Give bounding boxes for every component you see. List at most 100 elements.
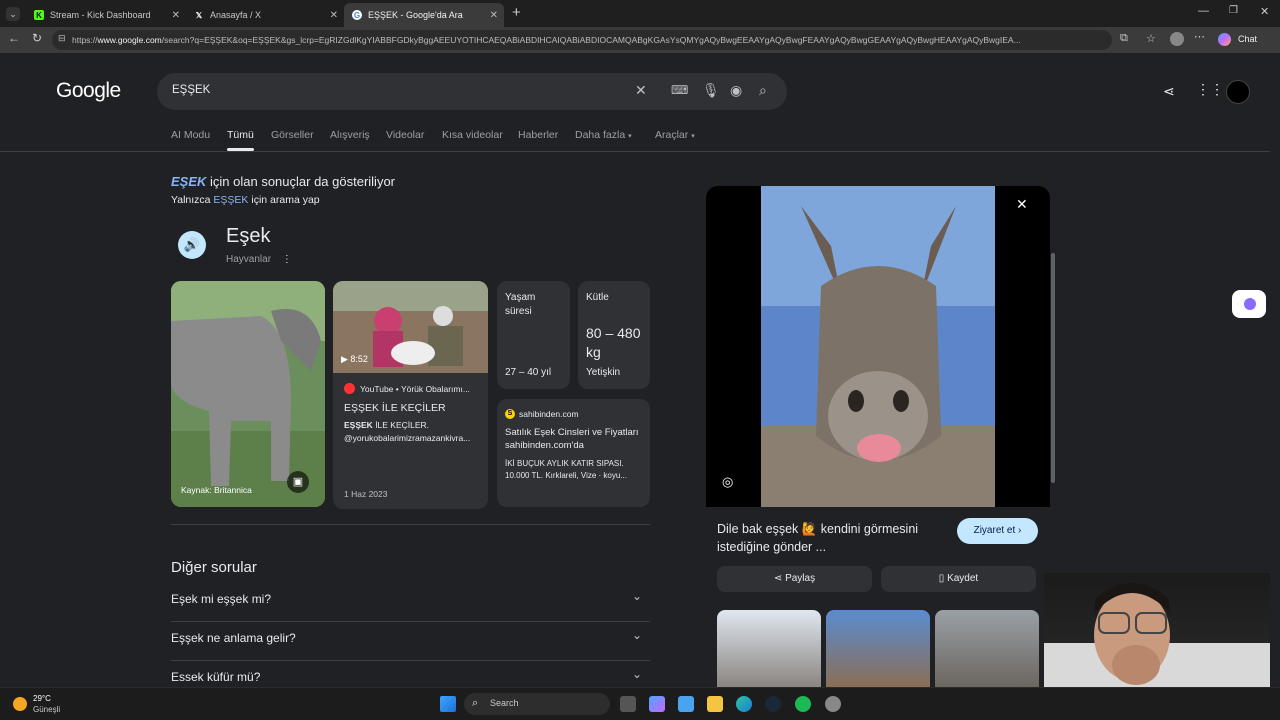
chat-label[interactable]: Chat	[1238, 34, 1257, 44]
back-icon[interactable]: ←	[8, 31, 20, 45]
tab-google[interactable]: G EŞŞEK - Google'da Ara ✕	[344, 3, 504, 27]
viewer-image-area: ✕ ◎	[706, 186, 1050, 507]
spell-correction-notice: EŞEK için olan sonuçlar da gösteriliyor	[171, 174, 395, 189]
original-term-link[interactable]: EŞŞEK	[213, 194, 248, 206]
spotify-icon[interactable]	[795, 696, 811, 712]
lens-search-icon[interactable]: ◎	[722, 474, 733, 490]
file-explorer-icon[interactable]	[707, 696, 723, 712]
related-image[interactable]	[826, 610, 930, 687]
image-caption: Dile bak eşşek 🙋 kendini görmesini isted…	[717, 522, 919, 554]
close-tab-icon[interactable]: ✕	[330, 10, 338, 21]
extensions-icon[interactable]: ⧉	[1120, 32, 1128, 45]
taskbar-search[interactable]: ⌕ Search	[464, 693, 610, 715]
save-label: Kaydet	[947, 573, 979, 584]
tab-short-videos[interactable]: Kısa videolar	[442, 129, 503, 141]
floating-assistant-icon[interactable]	[1232, 290, 1266, 318]
fact-mass-card[interactable]: Kütle 80 – 480 kg Yetişkin	[578, 281, 650, 389]
shop-desc: İKİ BUÇUK AYLIK KATIR SIPASI. 10.000 TL.…	[505, 459, 627, 480]
tab-news[interactable]: Haberler	[518, 129, 558, 141]
app-icon[interactable]	[825, 696, 841, 712]
close-tab-icon[interactable]: ✕	[172, 10, 180, 21]
save-button[interactable]: ▯ Kaydet	[881, 566, 1036, 592]
reload-icon[interactable]: ↻	[32, 31, 42, 45]
minimize-icon[interactable]: —	[1198, 5, 1209, 17]
video-card[interactable]: ▶ 8:52 YouTube • Yörük Obalarımı... EŞŞE…	[333, 281, 488, 509]
tab-ai-mode[interactable]: AI Modu	[171, 129, 210, 141]
share-icon[interactable]: ⋖	[1163, 83, 1175, 100]
microphone-icon[interactable]: 🎙	[702, 82, 720, 99]
image-viewer-panel: ✕ ◎ Dile bak eşşek 🙋 kendini görmesini i…	[706, 186, 1050, 687]
store-icon[interactable]	[678, 696, 694, 712]
question-row[interactable]: Eşşek ne anlama gelir? ⌄	[171, 622, 650, 661]
donkey-image-card[interactable]: Kaynak: Britannica ▣	[171, 281, 325, 507]
task-view-icon[interactable]	[620, 696, 636, 712]
account-avatar[interactable]	[1226, 80, 1250, 104]
image-gallery-icon[interactable]: ▣	[287, 471, 309, 493]
panel-scrollbar[interactable]	[1051, 253, 1055, 483]
chevron-down-icon: ▾	[691, 133, 695, 140]
kp-category[interactable]: Hayvanlar	[226, 254, 271, 265]
search-box[interactable]: EŞŞEK ✕ ⌨ 🎙 ◉ ⌕	[157, 73, 787, 110]
tab-tools-label: Araçlar	[655, 129, 689, 141]
lens-icon[interactable]: ◉	[730, 82, 742, 99]
related-image[interactable]	[935, 610, 1039, 687]
url-host: www.google.com	[97, 35, 162, 45]
share-button[interactable]: ⋖ Paylaş	[717, 566, 872, 592]
corrected-term[interactable]: EŞEK	[171, 174, 206, 189]
tab-more[interactable]: Daha fazla ▾	[575, 129, 632, 141]
close-tab-icon[interactable]: ✕	[490, 10, 498, 21]
copilot-app-icon[interactable]	[649, 696, 665, 712]
fact-value: 80 – 480 kg	[586, 325, 641, 360]
more-options-icon[interactable]: ⋮	[282, 254, 292, 265]
question-row[interactable]: Essek küfür mü? ⌄	[171, 661, 650, 687]
tab-all[interactable]: Tümü	[227, 129, 254, 141]
new-tab-icon[interactable]: +	[512, 4, 521, 21]
close-icon[interactable]: ✕	[1016, 196, 1028, 213]
apps-grid-icon[interactable]: ⋮⋮	[1196, 81, 1224, 98]
only-suffix: için arama yap	[248, 194, 320, 206]
sahibinden-card[interactable]: S sahibinden.com Satılık Eşek Cinsleri v…	[497, 399, 650, 507]
visit-button[interactable]: Ziyaret et ›	[957, 518, 1038, 544]
youtube-icon	[344, 383, 355, 394]
only-prefix: Yalnızca	[171, 194, 214, 206]
tab-x[interactable]: 𝕏 Anasayfa / X ✕	[186, 3, 344, 27]
donkey-face-photo[interactable]	[761, 186, 995, 507]
share-icon: ⋖	[773, 573, 783, 584]
tab-shopping[interactable]: Alışveriş	[330, 129, 370, 141]
weather-temp[interactable]: 29°C	[33, 694, 51, 703]
weather-desc[interactable]: Güneşli	[33, 705, 60, 714]
tab-more-label: Daha fazla	[575, 129, 626, 141]
search-icon[interactable]: ⌕	[759, 82, 767, 99]
fact-lifespan-card[interactable]: Yaşam süresi 27 – 40 yıl	[497, 281, 570, 389]
maximize-icon[interactable]: ❐	[1229, 5, 1238, 16]
edge-icon[interactable]	[736, 696, 752, 712]
favorites-icon[interactable]: ☆	[1146, 32, 1156, 45]
question-row[interactable]: Eşek mi eşşek mi? ⌄	[171, 583, 650, 622]
weather-icon[interactable]	[13, 697, 27, 711]
copilot-icon[interactable]	[1218, 33, 1231, 46]
tab-kick[interactable]: K Stream - Kick Dashboard ✕	[26, 3, 186, 27]
tab-tools[interactable]: Araçlar ▾	[655, 129, 695, 141]
start-icon[interactable]	[440, 696, 456, 712]
tab-list-chevron-icon[interactable]: ⌄	[6, 7, 20, 21]
steam-icon[interactable]	[765, 696, 781, 712]
question-text: Eşek mi eşşek mi?	[171, 592, 272, 606]
tab-videos[interactable]: Videolar	[386, 129, 424, 141]
fact-sub: Yetişkin	[586, 367, 621, 378]
keyboard-icon[interactable]: ⌨	[671, 83, 688, 97]
shop-title: Satılık Eşek Cinsleri ve Fiyatları sahib…	[505, 427, 639, 451]
clear-icon[interactable]: ✕	[635, 82, 647, 99]
more-menu-icon[interactable]: ⋯	[1194, 30, 1205, 43]
chevron-down-icon: ⌄	[631, 589, 642, 603]
video-desc-rest: İLE KEÇİLER.	[372, 420, 430, 430]
profile-avatar[interactable]	[1170, 32, 1184, 46]
related-image[interactable]	[717, 610, 821, 687]
google-logo[interactable]: Google	[56, 79, 121, 103]
speaker-icon[interactable]: 🔊	[178, 231, 206, 259]
site-info-icon[interactable]: ⊟	[58, 33, 66, 44]
url-bar[interactable]: https://www.google.com/search?q=EŞŞEK&oq…	[52, 30, 1112, 50]
x-favicon-icon: 𝕏	[195, 10, 203, 20]
search-input[interactable]: EŞŞEK	[172, 84, 210, 96]
tab-images[interactable]: Görseller	[271, 129, 314, 141]
close-window-icon[interactable]: ✕	[1260, 5, 1269, 18]
